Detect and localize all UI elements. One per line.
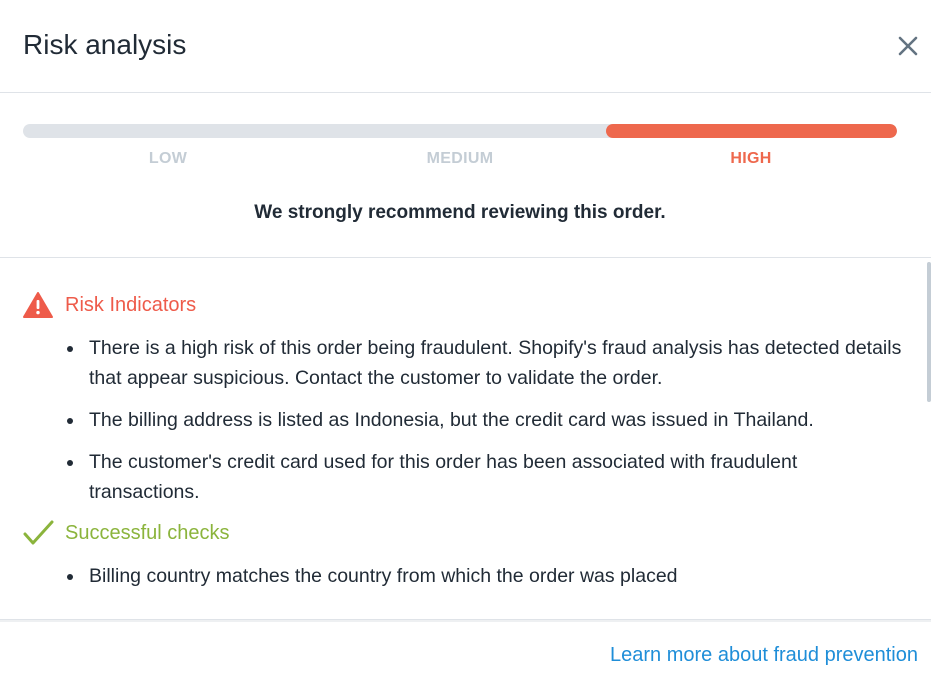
learn-more-link[interactable]: Learn more about fraud prevention [610,644,918,667]
modal-header: Risk analysis [0,0,931,93]
recommendation-text: We strongly recommend reviewing this ord… [254,202,666,223]
risk-indicators-heading: Risk Indicators [22,291,196,319]
successful-checks-heading: Successful checks [22,519,230,547]
close-button[interactable] [893,31,923,61]
risk-indicators-label: Risk Indicators [65,293,197,316]
risk-meter: LOW MEDIUM HIGH We strongly recommend re… [0,93,931,258]
checkmark-icon [22,519,56,547]
warning-triangle-icon [22,291,56,319]
risk-details: Risk Indicators There is a high risk of … [0,258,931,620]
list-item: The billing address is listed as Indones… [67,405,909,435]
successful-checks-label: Successful checks [65,521,230,544]
risk-meter-fill [605,124,897,138]
successful-checks-list: Billing country matches the country from… [67,561,909,603]
list-item: The customer's credit card used for this… [67,447,909,507]
list-item: Billing country matches the country from… [67,561,909,591]
list-item: There is a high risk of this order being… [67,333,909,393]
page-title: Risk analysis [23,29,187,60]
risk-meter-track [23,124,897,138]
level-low-label: LOW [148,150,188,167]
level-medium-label: MEDIUM [426,150,494,167]
level-high-label: HIGH [730,150,772,167]
modal-footer: Learn more about fraud prevention [0,620,931,680]
risk-indicators-list: There is a high risk of this order being… [67,333,909,519]
close-icon [898,36,918,56]
scrollbar[interactable] [927,262,931,402]
